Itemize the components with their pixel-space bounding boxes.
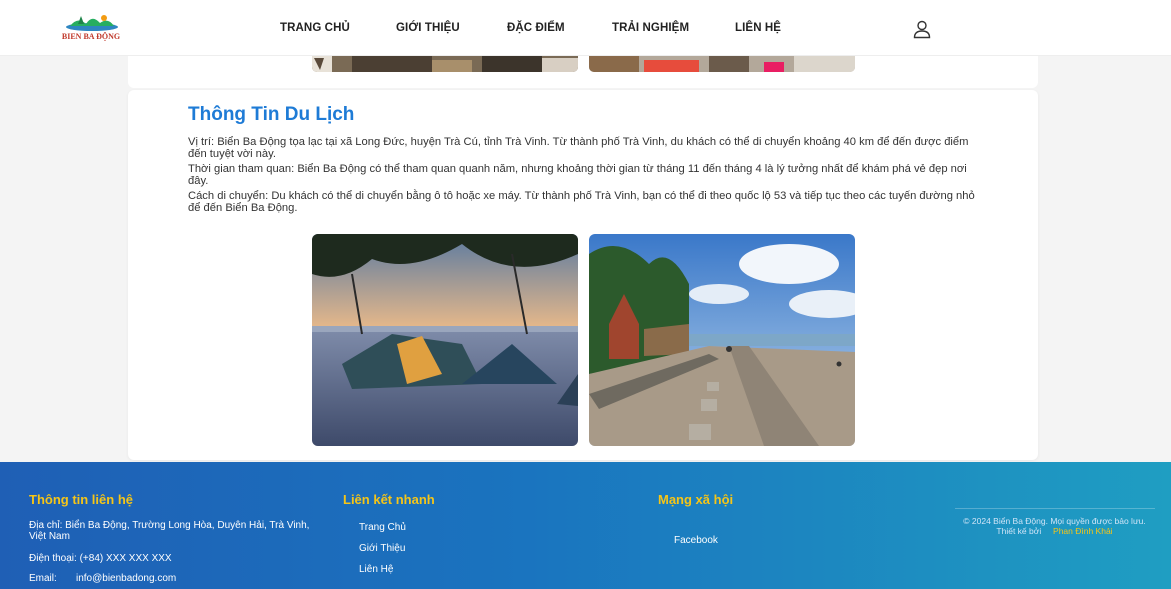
footer-link-contact[interactable]: Liên Hệ [359,564,393,575]
footer-link-facebook[interactable]: Facebook [674,535,718,546]
previous-section-card [128,56,1038,88]
section-title: Thông Tin Du Lịch [188,104,355,125]
footer-link-about[interactable]: Giới Thiệu [359,543,405,554]
nav-contact[interactable]: LIÊN HỆ [735,22,781,34]
site-footer: Thông tin liên hệ Địa chỉ: Biển Ba Động,… [0,462,1171,589]
footer-quicklinks-heading: Liên kết nhanh [343,492,435,507]
footer-phone: Điện thoại: (+84) XXX XXX XXX [29,553,172,564]
info-location: Vị trí: Biển Ba Động tọa lạc tại xã Long… [188,136,969,160]
site-header: BIEN BA ĐỘNG TRANG CHỦ GIỚI THIỆU ĐẶC ĐI… [0,0,1171,56]
main-nav: TRANG CHỦ GIỚI THIỆU ĐẶC ĐIỂM TRẢI NGHIỆ… [0,0,1171,56]
footer-address: Địa chỉ: Biển Ba Động, Trường Long Hòa, … [29,520,310,542]
footer-link-home[interactable]: Trang Chủ [359,522,406,533]
info-visit-time: Thời gian tham quan: Biển Ba Động có thể… [188,163,967,187]
copyright-text: © 2024 Biển Ba Động. Mọi quyền được bảo … [963,516,1146,526]
footer-copyright: © 2024 Biển Ba Động. Mọi quyền được bảo … [952,516,1157,536]
footer-divider [955,508,1155,509]
nav-about[interactable]: GIỚI THIỆU [396,22,460,34]
nav-features[interactable]: ĐẶC ĐIỂM [507,22,565,34]
footer-email-link[interactable]: info@bienbadong.com [76,573,176,584]
gallery-image-market-1 [312,56,578,72]
footer-social-heading: Mạng xã hội [658,492,734,507]
info-transport: Cách di chuyển: Du khách có thể di chuyể… [188,190,975,214]
photo-beach-camping [312,234,578,446]
footer-email-label: Email: [29,573,57,584]
travel-info-card: Thông Tin Du Lịch Vị trí: Biển Ba Động t… [128,90,1038,460]
photo-beach-promenade [589,234,855,446]
designer-name: Phan Đình Khải [1053,526,1113,536]
nav-experience[interactable]: TRẢI NGHIỆM [612,22,689,34]
designed-by-label: Thiết kế bởi [996,526,1042,536]
user-icon[interactable] [912,19,932,39]
nav-home[interactable]: TRANG CHỦ [280,22,350,34]
gallery-image-market-2 [589,56,855,72]
footer-contact-heading: Thông tin liên hệ [29,492,133,507]
